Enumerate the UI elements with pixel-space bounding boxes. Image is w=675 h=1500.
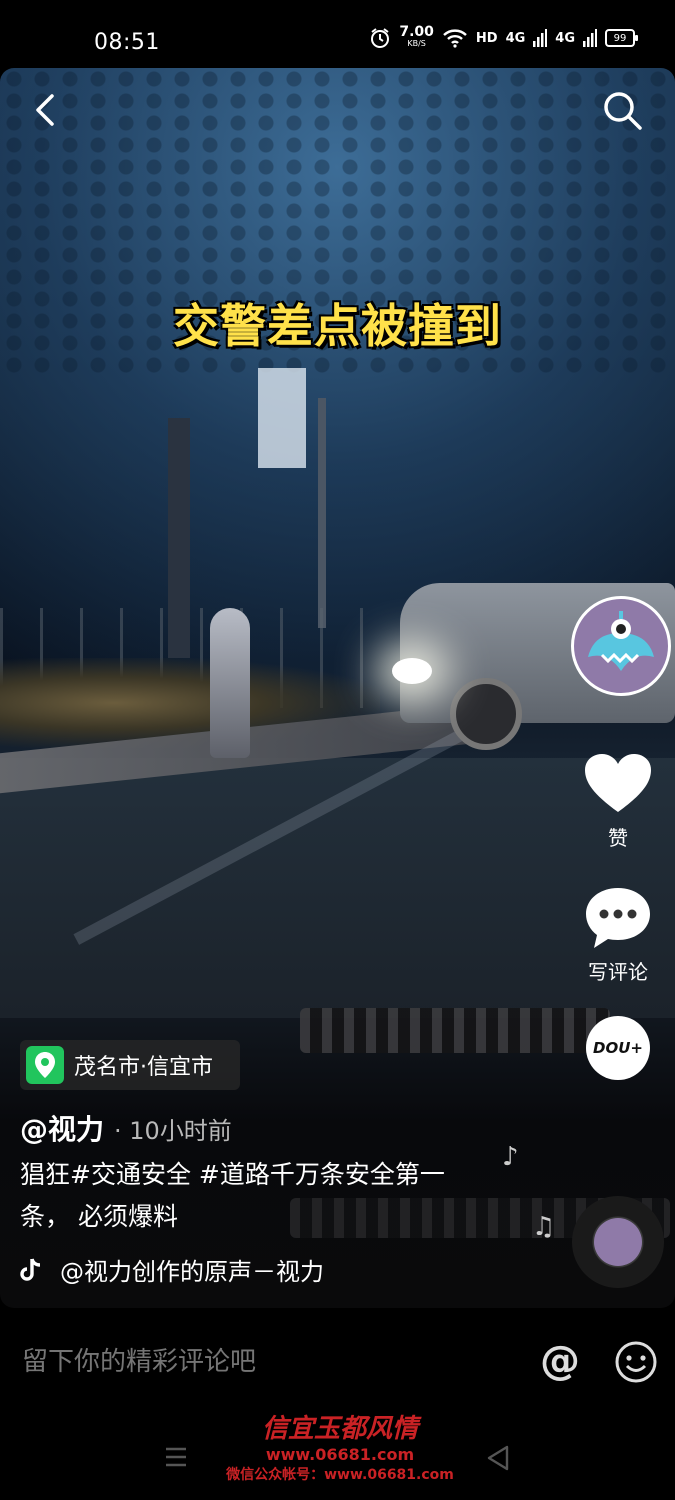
author-row: @视力 · 10小时前 — [20, 1108, 232, 1148]
music-disc-button[interactable] — [572, 1196, 664, 1288]
battery-indicator: 99 — [605, 29, 638, 47]
signal-4g-1: 4G — [505, 30, 526, 46]
like-label: 赞 — [608, 826, 628, 850]
music-row[interactable]: @视力创作的原声－视力 — [20, 1252, 324, 1287]
street-sign — [258, 368, 306, 468]
author-avatar[interactable] — [571, 596, 671, 696]
tiktok-note-icon — [20, 1257, 41, 1281]
location-tag[interactable]: 茂名市·信宜市 — [20, 1040, 240, 1090]
network-speed: 7.00 KB/S — [399, 24, 434, 48]
music-title: @视力创作的原声－视力 — [60, 1258, 324, 1286]
music-note-icon: ♪ — [502, 1142, 519, 1172]
author-name[interactable]: @视力 — [20, 1108, 104, 1148]
dashboard-vent — [300, 1008, 610, 1053]
disc-cover — [594, 1218, 642, 1266]
watermark-subtitle: 微信公众帐号：www.06681.com — [226, 1467, 454, 1483]
monster-avatar-icon — [588, 611, 654, 671]
hd-indicator: HD — [475, 30, 498, 46]
music-notes-icon: ♫ — [532, 1212, 556, 1242]
watermark: 信宜玉都风情 www.06681.com 微信公众帐号：www.06681.co… — [215, 1408, 465, 1484]
location-pin-icon — [26, 1046, 64, 1084]
signal-bars-icon — [533, 29, 548, 47]
heart-icon — [585, 754, 651, 812]
status-time: 08:51 — [94, 30, 160, 55]
like-button[interactable]: 赞 — [580, 752, 656, 851]
dou-plus-button[interactable]: DOU+ — [586, 1016, 650, 1080]
car-wheel — [450, 678, 522, 750]
menu-icon[interactable] — [164, 1446, 188, 1468]
status-bar: 08:51 7.00 KB/S HD 4G 4G 99 — [0, 0, 675, 70]
signal-bars-icon-2 — [583, 29, 597, 47]
nav-back-icon[interactable] — [485, 1444, 513, 1472]
post-description[interactable]: 猖狂#交通安全 #道路千万条安全第一条， 必须爆料 — [20, 1154, 490, 1238]
location-text: 茂名市·信宜市 — [74, 1055, 213, 1080]
status-icons: 7.00 KB/S HD 4G 4G 99 — [369, 24, 638, 50]
emoji-icon[interactable] — [614, 1340, 658, 1384]
search-icon[interactable] — [600, 88, 644, 132]
watermark-url: www.06681.com — [265, 1445, 415, 1464]
post-time: · 10小时前 — [114, 1117, 232, 1145]
traffic-officer — [210, 608, 250, 758]
car-headlight — [392, 658, 432, 684]
wifi-icon — [443, 29, 467, 48]
comment-input[interactable] — [20, 1346, 504, 1378]
comment-button[interactable]: 写评论 — [580, 886, 656, 985]
mention-button[interactable]: @ — [540, 1338, 580, 1384]
alarm-icon — [371, 28, 390, 48]
back-icon[interactable] — [28, 90, 68, 130]
comment-bubble-icon — [586, 888, 650, 948]
street-pole — [318, 398, 326, 628]
signal-4g-2: 4G — [555, 30, 575, 46]
comment-label: 写评论 — [588, 960, 648, 984]
watermark-title: 信宜玉都风情 — [261, 1414, 418, 1444]
video-caption: 交警差点被撞到 — [173, 299, 502, 353]
